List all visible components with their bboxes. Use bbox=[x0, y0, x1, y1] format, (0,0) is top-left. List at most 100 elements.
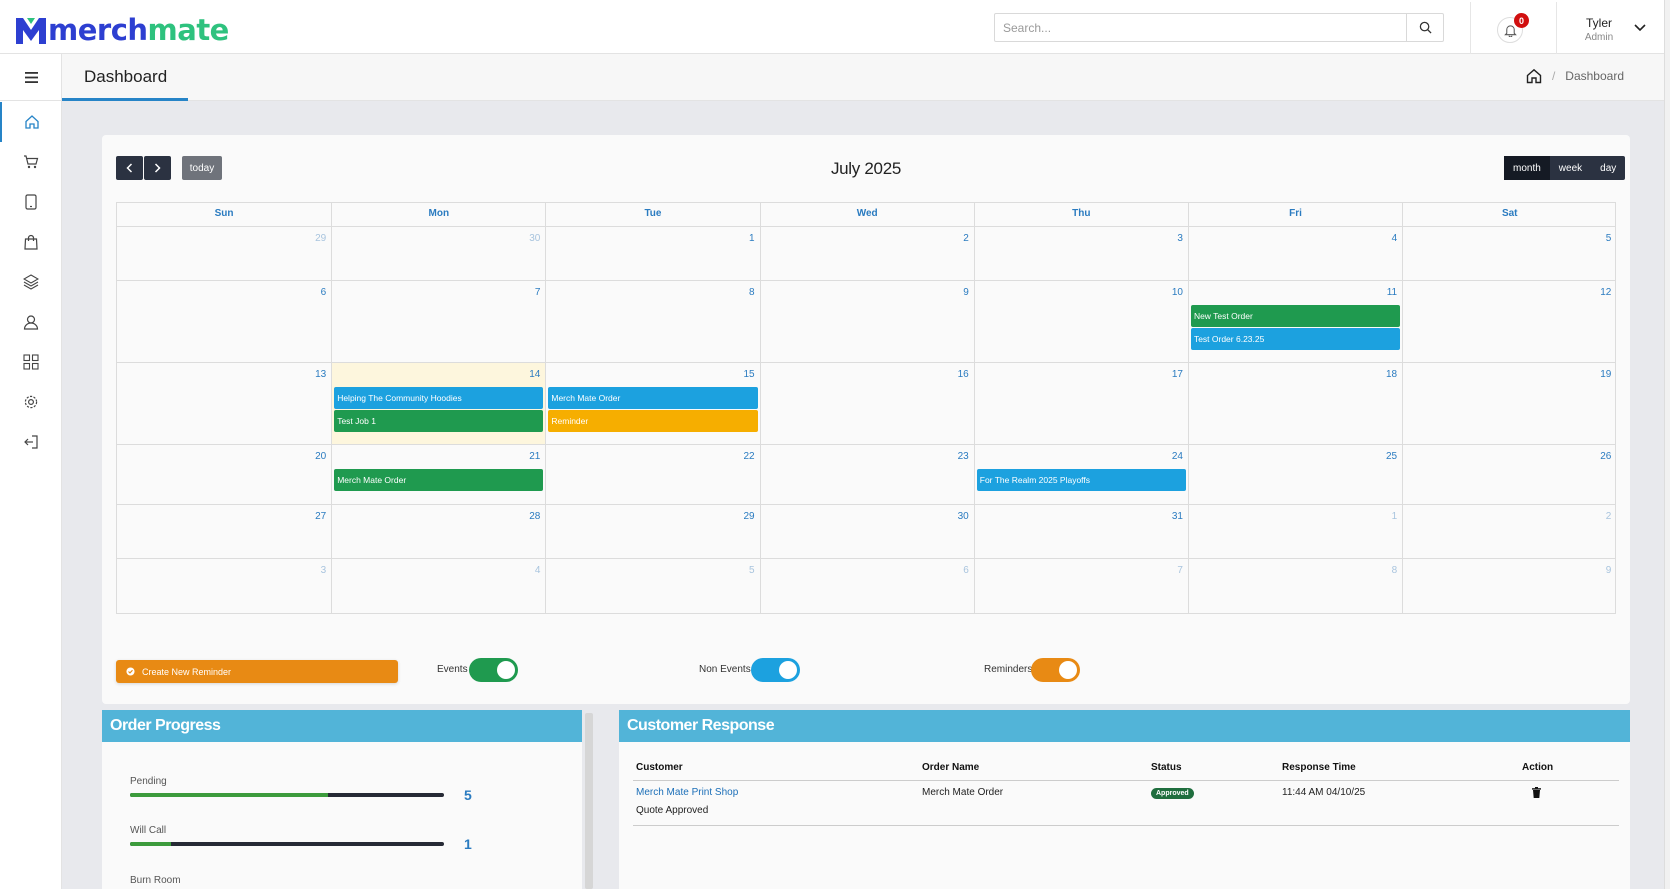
day-number[interactable]: 9 bbox=[963, 287, 969, 298]
menu-toggle-button[interactable] bbox=[0, 54, 62, 101]
calendar-day-cell[interactable]: 31 bbox=[973, 505, 1188, 558]
calendar-day-cell[interactable]: 3 bbox=[117, 559, 331, 613]
sidebar-item-logout[interactable] bbox=[0, 422, 62, 462]
day-number[interactable]: 24 bbox=[1172, 451, 1183, 462]
sidebar-item-settings[interactable] bbox=[0, 382, 62, 422]
home-icon[interactable] bbox=[1526, 68, 1542, 84]
calendar-day-cell[interactable]: 9 bbox=[759, 281, 974, 362]
day-number[interactable]: 7 bbox=[1177, 565, 1183, 576]
day-number[interactable]: 6 bbox=[321, 287, 327, 298]
calendar-day-cell[interactable]: 4 bbox=[331, 559, 545, 613]
day-number[interactable]: 16 bbox=[958, 369, 969, 380]
day-number[interactable]: 29 bbox=[315, 233, 326, 244]
day-number[interactable]: 21 bbox=[529, 451, 540, 462]
calendar-event[interactable]: Test Order 6.23.25 bbox=[1190, 328, 1401, 350]
calendar-event[interactable]: Test Job 1 bbox=[334, 410, 544, 432]
day-number[interactable]: 17 bbox=[1172, 369, 1183, 380]
day-number[interactable]: 4 bbox=[1392, 233, 1398, 244]
calendar-day-cell[interactable]: 9 bbox=[1402, 559, 1616, 613]
calendar-day-cell[interactable]: 7 bbox=[973, 559, 1188, 613]
day-number[interactable]: 8 bbox=[749, 287, 755, 298]
calendar-day-cell[interactable]: 8 bbox=[1187, 559, 1402, 613]
calendar-day-cell[interactable]: 7 bbox=[331, 281, 545, 362]
day-number[interactable]: 1 bbox=[1392, 511, 1398, 522]
sidebar-item-home[interactable] bbox=[0, 102, 62, 142]
calendar-day-cell[interactable]: 21 Merch Mate Order bbox=[331, 445, 545, 504]
calendar-day-cell[interactable]: 22 bbox=[545, 445, 759, 504]
day-number[interactable]: 5 bbox=[749, 565, 755, 576]
day-number[interactable]: 8 bbox=[1392, 565, 1398, 576]
calendar-day-cell[interactable]: 30 bbox=[331, 227, 545, 280]
calendar-day-cell-today[interactable]: 14 Helping The Community Hoodies Test Job … bbox=[331, 363, 546, 444]
day-number[interactable]: 9 bbox=[1606, 565, 1612, 576]
calendar-day-cell[interactable]: 1 bbox=[545, 227, 759, 280]
day-number[interactable]: 3 bbox=[321, 565, 327, 576]
merchmate-logo[interactable]: merchmate bbox=[14, 12, 229, 48]
day-number[interactable]: 30 bbox=[529, 233, 540, 244]
calendar-day-cell[interactable]: 27 bbox=[117, 505, 331, 558]
reminders-toggle[interactable] bbox=[1031, 658, 1080, 682]
sidebar-item-apps[interactable] bbox=[0, 342, 62, 382]
day-number[interactable]: 27 bbox=[315, 511, 326, 522]
calendar-day-cell[interactable]: 12 bbox=[1402, 281, 1616, 362]
search-button[interactable] bbox=[1406, 14, 1443, 41]
day-number[interactable]: 10 bbox=[1172, 287, 1183, 298]
calendar-day-cell[interactable]: 15 Merch Mate Order Reminder bbox=[545, 363, 759, 444]
search-input[interactable] bbox=[995, 14, 1406, 41]
page-scrollbar[interactable] bbox=[1664, 0, 1670, 889]
calendar-day-cell[interactable]: 29 bbox=[117, 227, 331, 280]
calendar-day-cell[interactable]: 10 bbox=[973, 281, 1188, 362]
day-number[interactable]: 29 bbox=[743, 511, 754, 522]
calendar-event[interactable]: Merch Mate Order bbox=[334, 469, 544, 491]
day-number[interactable]: 30 bbox=[958, 511, 969, 522]
day-number[interactable]: 12 bbox=[1600, 287, 1611, 298]
view-week-button[interactable]: week bbox=[1550, 156, 1591, 180]
calendar-day-cell[interactable]: 2 bbox=[1402, 505, 1616, 558]
calendar-day-cell[interactable]: 29 bbox=[545, 505, 759, 558]
calendar-day-cell[interactable]: 11 New Test Order Test Order 6.23.25 bbox=[1187, 281, 1402, 362]
day-number[interactable]: 5 bbox=[1606, 233, 1612, 244]
calendar-day-cell[interactable]: 28 bbox=[331, 505, 545, 558]
day-number[interactable]: 19 bbox=[1600, 369, 1611, 380]
calendar-day-cell[interactable]: 20 bbox=[117, 445, 331, 504]
calendar-day-cell[interactable]: 5 bbox=[545, 559, 759, 613]
day-number[interactable]: 23 bbox=[958, 451, 969, 462]
user-menu-chevron-down-icon[interactable] bbox=[1634, 19, 1646, 37]
day-number[interactable]: 3 bbox=[1177, 233, 1183, 244]
day-number[interactable]: 1 bbox=[749, 233, 755, 244]
sidebar-item-orders[interactable] bbox=[0, 142, 62, 182]
calendar-event[interactable]: For The Realm 2025 Playoffs bbox=[976, 469, 1186, 491]
day-number[interactable]: 11 bbox=[1387, 287, 1397, 298]
day-number[interactable]: 7 bbox=[535, 287, 541, 298]
calendar-day-cell[interactable]: 25 bbox=[1187, 445, 1402, 504]
delete-button[interactable] bbox=[1522, 786, 1541, 801]
day-number[interactable]: 2 bbox=[963, 233, 969, 244]
calendar-day-cell[interactable]: 1 bbox=[1187, 505, 1402, 558]
calendar-event[interactable]: Reminder bbox=[548, 410, 758, 432]
day-number[interactable]: 13 bbox=[315, 369, 326, 380]
sidebar-item-customers[interactable] bbox=[0, 302, 62, 342]
order-progress-scrollbar[interactable] bbox=[585, 713, 593, 889]
day-number[interactable]: 26 bbox=[1600, 451, 1611, 462]
sidebar-item-products[interactable] bbox=[0, 262, 62, 302]
calendar-day-cell[interactable]: 23 bbox=[759, 445, 974, 504]
sidebar-item-devices[interactable] bbox=[0, 182, 62, 222]
calendar-day-cell[interactable]: 2 bbox=[759, 227, 974, 280]
calendar-day-cell[interactable]: 24 For The Realm 2025 Playoffs bbox=[973, 445, 1188, 504]
calendar-day-cell[interactable]: 5 bbox=[1402, 227, 1616, 280]
calendar-day-cell[interactable]: 26 bbox=[1402, 445, 1616, 504]
calendar-day-cell[interactable]: 18 bbox=[1187, 363, 1402, 444]
calendar-day-cell[interactable]: 13 bbox=[117, 363, 331, 444]
calendar-day-cell[interactable]: 16 bbox=[759, 363, 974, 444]
view-month-button[interactable]: month bbox=[1504, 156, 1550, 180]
calendar-day-cell[interactable]: 30 bbox=[759, 505, 974, 558]
day-number[interactable]: 15 bbox=[743, 369, 754, 380]
day-number[interactable]: 18 bbox=[1386, 369, 1397, 380]
calendar-day-cell[interactable]: 6 bbox=[759, 559, 974, 613]
calendar-day-cell[interactable]: 6 bbox=[117, 281, 331, 362]
day-number[interactable]: 20 bbox=[315, 451, 326, 462]
day-number[interactable]: 4 bbox=[535, 565, 541, 576]
create-reminder-button[interactable]: Create New Reminder bbox=[116, 660, 398, 683]
day-number[interactable]: 2 bbox=[1606, 511, 1612, 522]
day-number[interactable]: 6 bbox=[963, 565, 969, 576]
